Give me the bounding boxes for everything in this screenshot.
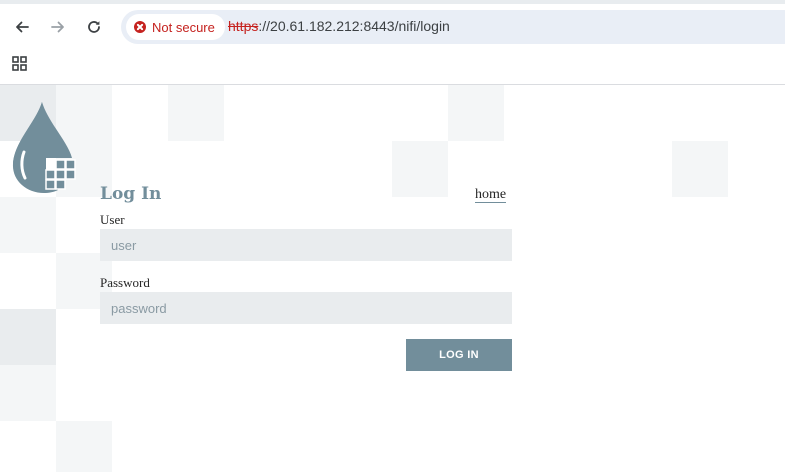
url-text[interactable]: https://20.61.182.212:8443/nifi/login <box>228 18 450 34</box>
warning-icon <box>134 21 146 33</box>
security-label: Not secure <box>152 19 215 35</box>
forward-button[interactable] <box>45 14 71 40</box>
login-title: Log In <box>100 184 162 204</box>
background-tile <box>448 85 504 141</box>
background-tile <box>0 197 56 253</box>
browser-toolbar: Not secure https://20.61.182.212:8443/ni… <box>0 0 785 85</box>
back-button[interactable] <box>9 14 35 40</box>
reload-icon <box>88 21 100 33</box>
home-link[interactable]: home <box>475 187 507 203</box>
security-chip[interactable]: Not secure <box>126 14 225 40</box>
password-input[interactable] <box>100 292 512 324</box>
background-tile <box>0 309 56 365</box>
url-path: ://20.61.182.212:8443/nifi/login <box>258 18 450 34</box>
address-bar[interactable]: Not secure https://20.61.182.212:8443/ni… <box>121 10 785 44</box>
background-tile <box>392 141 448 197</box>
background-tile <box>56 421 112 472</box>
background-tile <box>168 85 224 141</box>
tab-strip-edge <box>0 0 785 4</box>
reload-button[interactable] <box>81 14 107 40</box>
back-arrow-icon <box>16 21 29 33</box>
login-button[interactable]: LOG IN <box>406 339 512 371</box>
url-scheme: https <box>228 18 259 34</box>
login-page: Log In home User Password LOG IN <box>0 85 785 472</box>
apps-grid-icon <box>12 56 27 71</box>
nifi-logo-icon <box>12 102 76 193</box>
user-label: User <box>100 212 125 227</box>
background-tile <box>0 365 56 421</box>
apps-button[interactable] <box>11 55 29 73</box>
background-tile <box>672 141 728 197</box>
password-label: Password <box>100 275 150 290</box>
user-input[interactable] <box>100 229 512 261</box>
forward-arrow-icon <box>51 21 64 33</box>
